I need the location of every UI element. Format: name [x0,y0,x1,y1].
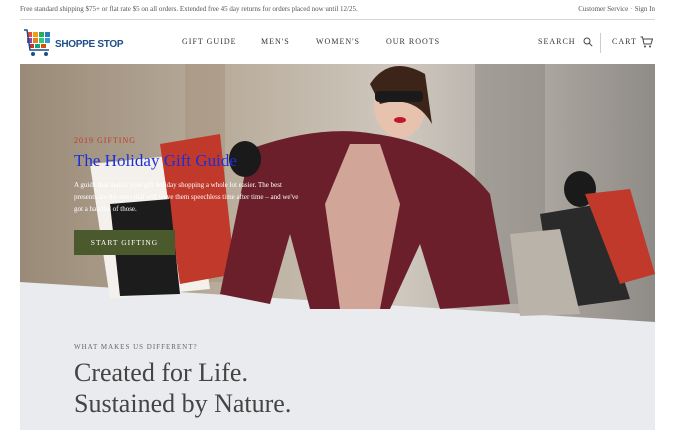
top-announcement-bar: Free standard shipping $75+ or flat rate… [20,0,655,20]
start-gifting-button[interactable]: START GIFTING [74,230,175,255]
difference-section: WHAT MAKES US DIFFERENT? Created for Lif… [74,343,574,419]
search-label: SEARCH [538,37,576,46]
logo-wordmark: SHOPPE STOP [55,39,124,50]
hero-banner: 2019 GIFTING The Holiday Gift Guide A gu… [20,64,655,430]
link-separator: · [630,5,633,13]
nav-our-roots[interactable]: OUR ROOTS [386,20,440,64]
site-logo[interactable]: SHOPPE STOP [24,28,124,58]
hero-description: A guide that makes your gift holiday sho… [74,181,299,213]
hero-eyebrow: 2019 GIFTING [74,136,136,145]
nav-gift-guide[interactable]: GIFT GUIDE [182,20,237,64]
shipping-promo-text: Free standard shipping $75+ or flat rate… [20,5,358,13]
cart-button[interactable]: CART [612,20,653,64]
cart-icon [640,36,653,48]
difference-eyebrow: WHAT MAKES US DIFFERENT? [74,343,198,351]
difference-heading-line1: Created for Life. [74,358,248,387]
shopping-cart-logo-icon [24,29,50,56]
sign-in-link[interactable]: Sign In [635,5,655,13]
hero-text-block: 2019 GIFTING The Holiday Gift Guide A gu… [74,136,304,215]
nav-womens[interactable]: WOMEN'S [316,20,360,64]
cart-label: CART [612,37,637,46]
site-header: SHOPPE STOP GIFT GUIDE MEN'S WOMEN'S OUR… [20,20,655,64]
customer-service-link[interactable]: Customer Service [578,5,628,13]
difference-heading-line2: Sustained by Nature. [74,389,292,418]
account-links: Customer Service · Sign In [578,0,655,19]
hero-title-link[interactable]: The Holiday Gift Guide [74,151,304,171]
header-divider [600,33,601,53]
search-button[interactable]: SEARCH [538,20,593,64]
nav-mens[interactable]: MEN'S [261,20,290,64]
search-icon [583,37,593,47]
difference-heading: Created for Life. Sustained by Nature. [74,357,574,419]
